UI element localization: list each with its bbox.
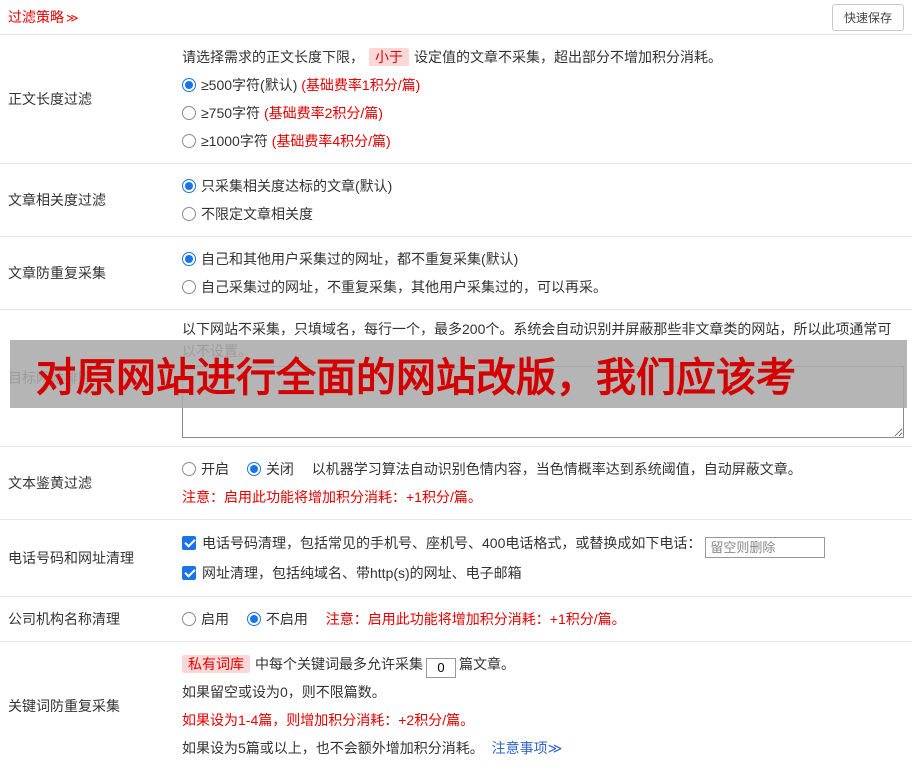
phone-cleanup-option[interactable]: 电话号码清理，包括常见的手机号、座机号、400电话格式，或替换成如下电话：	[182, 528, 904, 558]
quick-save-button[interactable]: 快速保存	[831, 3, 904, 31]
radio-icon[interactable]	[182, 134, 196, 148]
keyword-note-zero: 如果留空或设为0，则不限篇数。	[182, 684, 386, 700]
target-sites-desc: 以下网站不采集，只填域名，每行一个，最多200个。系统会自动识别并屏蔽那些非文章…	[182, 321, 892, 359]
radio-option-500[interactable]: ≥500字符(默认) (基础费率1积分/篇)	[182, 71, 904, 99]
row-label: 关键词防重复采集	[8, 698, 120, 714]
content-length-desc: 请选择需求的正文长度下限， 小于 设定值的文章不采集，超出部分不增加积分消耗。	[182, 48, 722, 66]
radio-icon[interactable]	[182, 612, 196, 626]
row-dedupe-collection: 文章防重复采集 自己和其他用户采集过的网址，都不重复采集(默认) 自己采集过的网…	[0, 237, 912, 310]
row-target-site-exclusion: 目标网站排除 以下网站不采集，只填域名，每行一个，最多200个。系统会自动识别并…	[0, 310, 912, 447]
radio-option-dedupe-self[interactable]: 自己采集过的网址，不重复采集，其他用户采集过的，可以再采。	[182, 273, 904, 301]
row-label: 目标网站排除	[8, 370, 92, 386]
radio-icon[interactable]	[182, 106, 196, 120]
radio-icon[interactable]	[182, 78, 196, 92]
row-keyword-dedupe: 关键词防重复采集 私有词库中每个关键词最多允许采集篇文章。 如果留空或设为0，则…	[0, 642, 912, 770]
page-title[interactable]: 过滤策略 ≫	[8, 7, 79, 27]
porn-filter-desc: 以机器学习算法自动识别色情内容，当色情概率达到系统阈值，自动屏蔽文章。	[311, 461, 802, 477]
row-label: 文本鉴黄过滤	[8, 475, 92, 491]
keyword-max-count-input[interactable]	[426, 657, 456, 678]
radio-icon[interactable]	[246, 612, 261, 626]
radio-option-no-limit[interactable]: 不限定文章相关度	[182, 200, 904, 228]
radio-option-company-off[interactable]: 不启用	[246, 611, 308, 627]
keyword-note-5plus: 如果设为5篇或以上，也不会额外增加积分消耗。	[182, 740, 484, 756]
radio-icon[interactable]	[182, 252, 196, 266]
replacement-phone-input[interactable]	[705, 537, 826, 558]
radio-icon[interactable]	[246, 462, 261, 476]
company-cleanup-note: 注意：启用此功能将增加积分消耗：+1积分/篇。	[325, 611, 626, 627]
radio-option-dedupe-all[interactable]: 自己和其他用户采集过的网址，都不重复采集(默认)	[182, 245, 904, 273]
radio-icon[interactable]	[182, 179, 196, 193]
filter-strategy-page: 过滤策略 ≫ 快速保存 正文长度过滤 请选择需求的正文长度下限， 小于 设定值的文章不…	[0, 0, 912, 770]
notice-link[interactable]: 注意事项≫	[492, 740, 563, 756]
url-cleanup-option[interactable]: 网址清理，包括纯域名、带http(s)的网址、电子邮箱	[182, 558, 904, 588]
row-company-name-cleanup: 公司机构名称清理 启用 不启用 注意：启用此功能将增加积分消耗：+1积分/篇。	[0, 597, 912, 642]
row-label: 正文长度过滤	[8, 91, 92, 107]
keyword-note-1-4: 如果设为1-4篇，则增加积分消耗：+2积分/篇。	[182, 712, 475, 728]
checkbox-icon[interactable]	[182, 566, 196, 580]
topbar: 过滤策略 ≫ 快速保存	[0, 0, 912, 35]
radio-option-750[interactable]: ≥750字符 (基础费率2积分/篇)	[182, 99, 904, 127]
row-content-length-filter: 正文长度过滤 请选择需求的正文长度下限， 小于 设定值的文章不采集，超出部分不增加积…	[0, 35, 912, 164]
radio-option-company-on[interactable]: 启用	[182, 611, 229, 627]
radio-option-relevant-only[interactable]: 只采集相关度达标的文章(默认)	[182, 172, 904, 200]
porn-filter-note: 注意：启用此功能将增加积分消耗：+1积分/篇。	[182, 489, 482, 505]
private-lexicon-tag: 私有词库	[182, 655, 250, 673]
checkbox-icon[interactable]	[182, 536, 196, 550]
radio-option-1000[interactable]: ≥1000字符 (基础费率4积分/篇)	[182, 127, 904, 155]
radio-option-porn-off[interactable]: 关闭	[246, 461, 294, 477]
radio-icon[interactable]	[182, 462, 196, 476]
row-label: 文章防重复采集	[8, 265, 106, 281]
row-label: 文章相关度过滤	[8, 192, 106, 208]
row-phone-url-cleanup: 电话号码和网址清理 电话号码清理，包括常见的手机号、座机号、400电话格式，或替…	[0, 520, 912, 597]
row-porn-filter: 文本鉴黄过滤 开启 关闭 以机器学习算法自动识别色情内容，当色情概率达到系统阈值…	[0, 447, 912, 520]
radio-icon[interactable]	[182, 207, 196, 221]
radio-icon[interactable]	[182, 280, 196, 294]
excluded-sites-textarea[interactable]	[182, 366, 904, 438]
radio-option-porn-on[interactable]: 开启	[182, 461, 229, 477]
less-than-tag: 小于	[369, 48, 409, 66]
row-relevance-filter: 文章相关度过滤 只采集相关度达标的文章(默认) 不限定文章相关度	[0, 164, 912, 237]
row-label: 电话号码和网址清理	[8, 550, 134, 566]
collapse-chevrons-icon[interactable]: ≫	[66, 11, 79, 25]
row-label: 公司机构名称清理	[8, 611, 120, 627]
